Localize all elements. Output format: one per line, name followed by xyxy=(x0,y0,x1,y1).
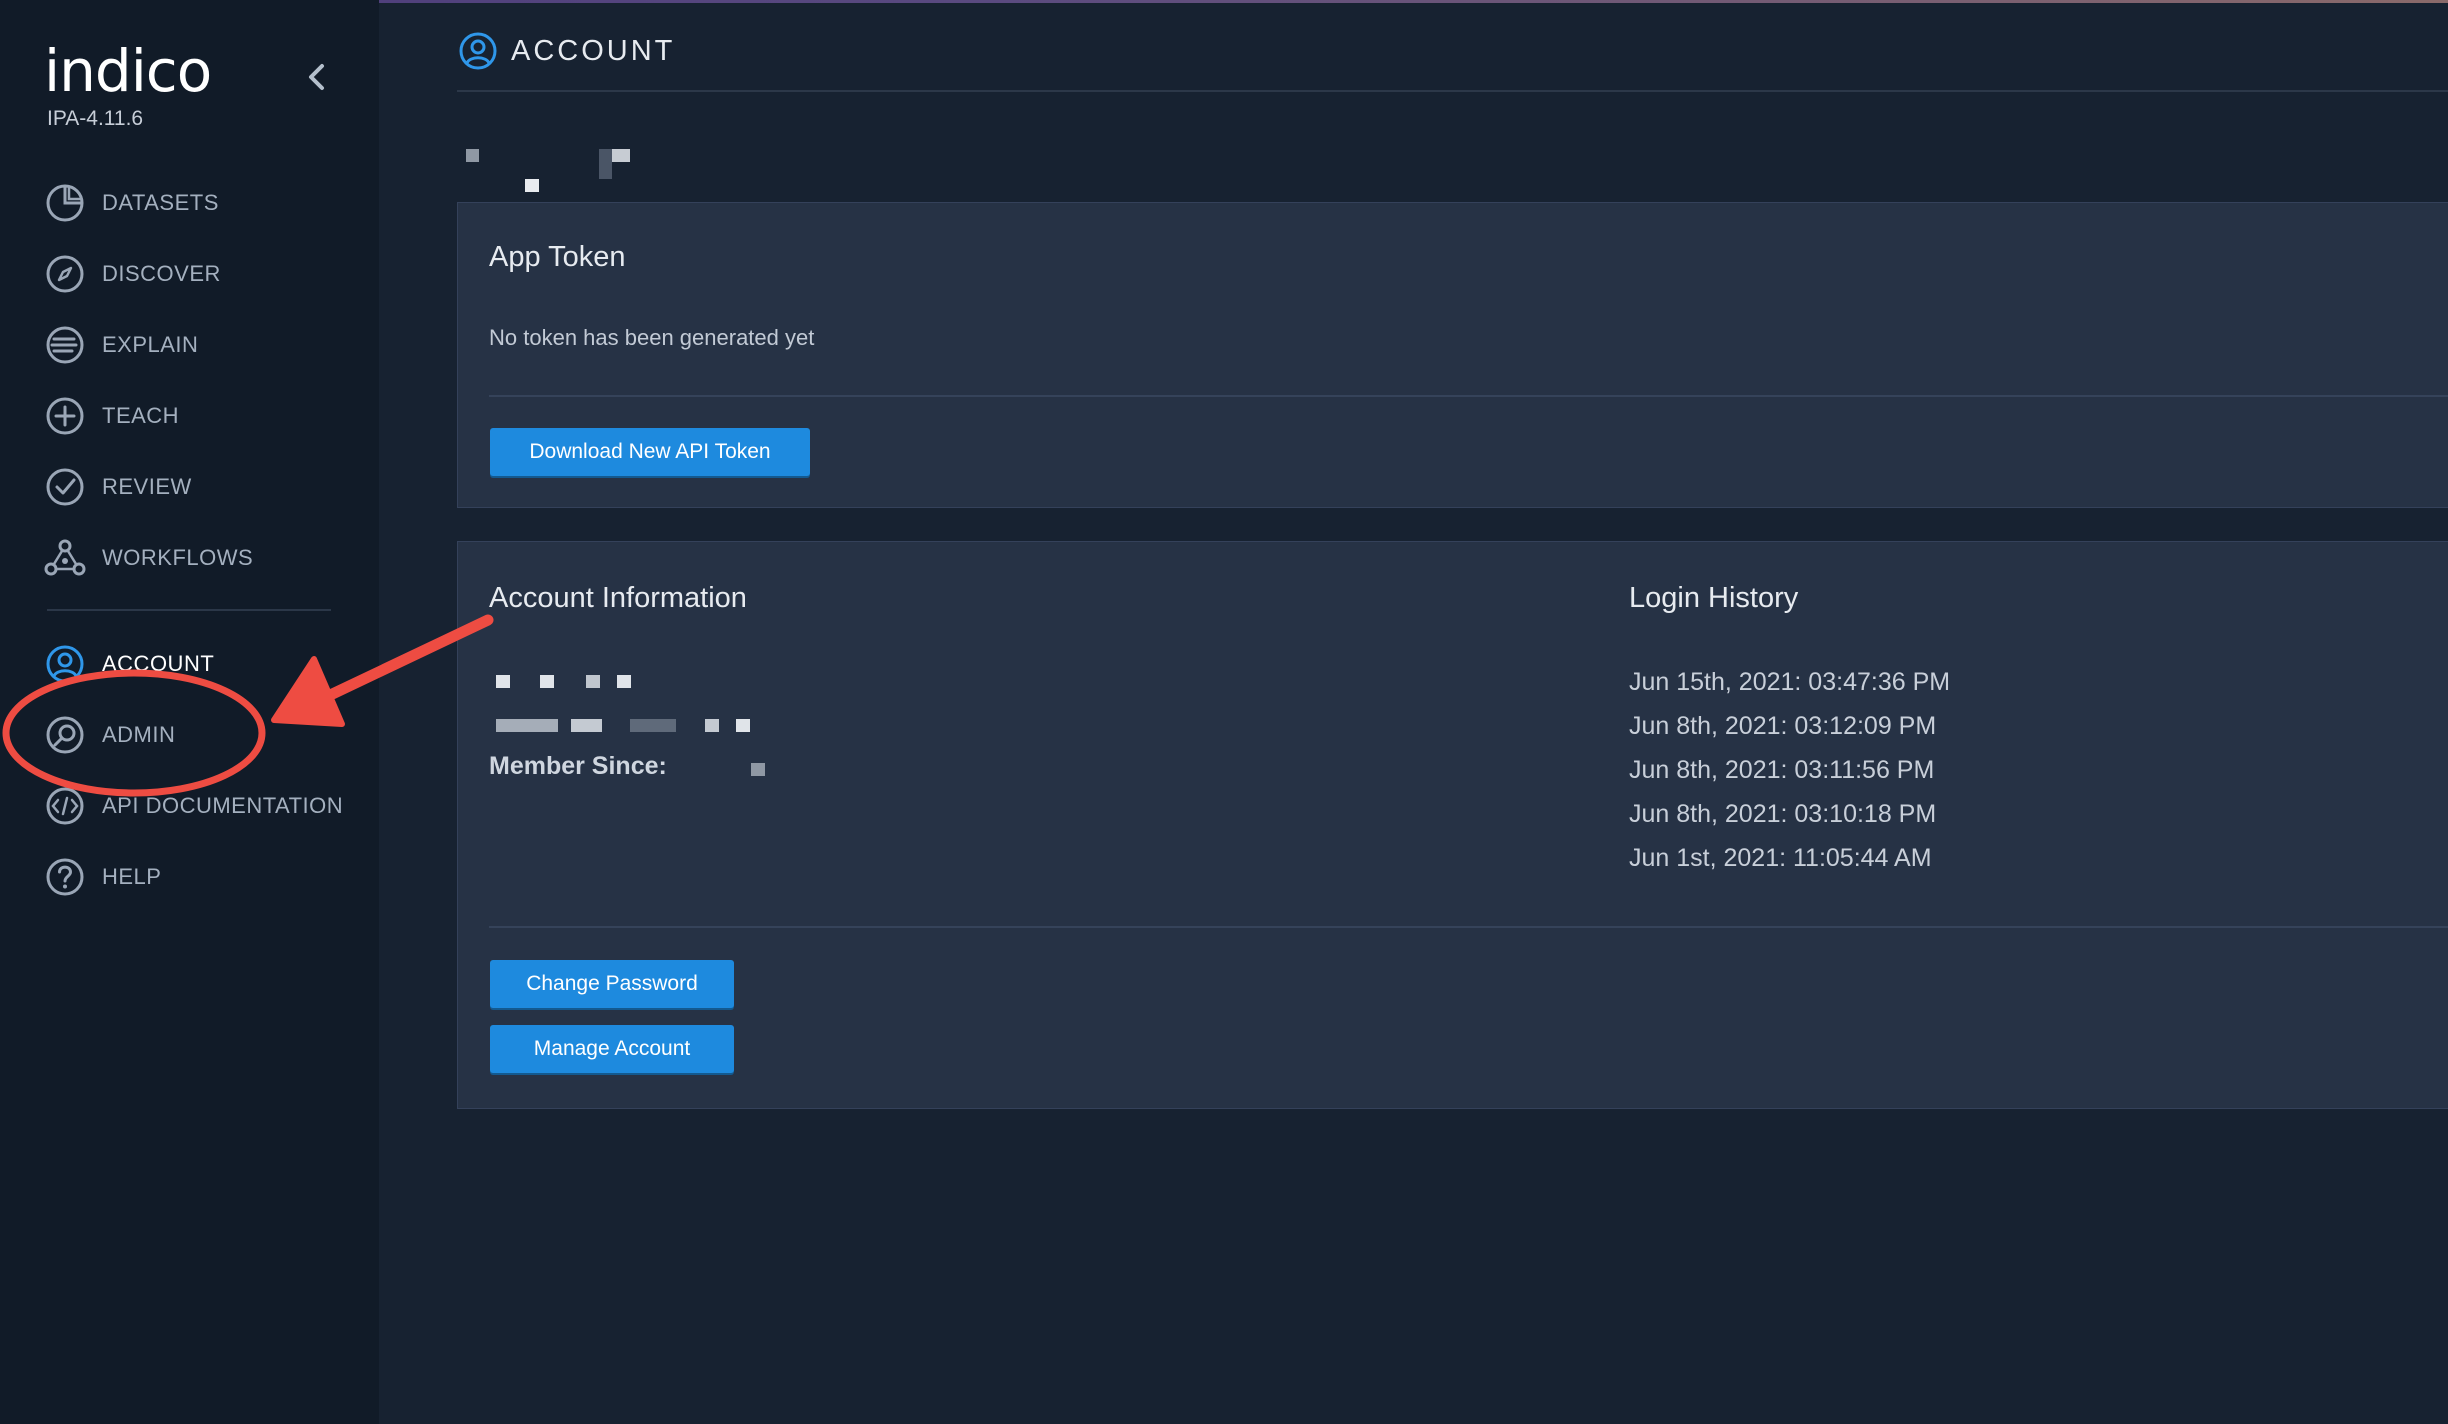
sidebar-divider xyxy=(47,609,331,611)
list-item: Jun 1st, 2021: 11:05:44 AM xyxy=(1629,844,1932,872)
list-item: Jun 8th, 2021: 03:10:18 PM xyxy=(1629,800,1937,828)
page-header: ACCOUNT xyxy=(457,30,675,72)
list-item: Jun 8th, 2021: 03:11:56 PM xyxy=(1629,756,1935,784)
sidebar: indico IPA-4.11.6 DATASETS DISCOVER EXPL… xyxy=(0,0,379,1424)
app-token-title: App Token xyxy=(489,241,626,273)
sidebar-item-teach[interactable]: TEACH xyxy=(44,394,354,438)
sidebar-item-label: WORKFLOWS xyxy=(102,545,254,570)
login-history-list: Jun 15th, 2021: 03:47:36 PM Jun 8th, 202… xyxy=(1629,660,1950,880)
account-info-title: Account Information xyxy=(489,582,747,614)
indico-logo[interactable]: indico xyxy=(44,42,212,100)
download-api-token-button[interactable]: Download New API Token xyxy=(490,428,810,476)
sidebar-item-workflows[interactable]: WORKFLOWS xyxy=(44,536,354,580)
plus-circle-icon xyxy=(46,397,84,435)
user-circle-icon xyxy=(46,645,84,683)
change-password-button[interactable]: Change Password xyxy=(490,960,734,1008)
sidebar-item-datasets[interactable]: DATASETS xyxy=(44,181,354,225)
sidebar-item-api-documentation[interactable]: API DOCUMENTATION xyxy=(44,784,354,828)
token-status-text: No token has been generated yet xyxy=(489,325,815,350)
sidebar-item-label: REVIEW xyxy=(102,474,192,499)
sidebar-item-explain[interactable]: EXPLAIN xyxy=(44,323,354,367)
header-divider xyxy=(457,90,2448,92)
help-icon xyxy=(46,858,84,896)
code-icon xyxy=(46,787,84,825)
sidebar-item-help[interactable]: HELP xyxy=(44,855,354,899)
sidebar-item-review[interactable]: REVIEW xyxy=(44,465,354,509)
lines-icon xyxy=(46,326,84,364)
login-history-title: Login History xyxy=(1629,582,1799,614)
sidebar-item-label: ADMIN xyxy=(102,722,176,747)
page-title: ACCOUNT xyxy=(511,34,676,67)
sidebar-item-label: HELP xyxy=(102,864,162,889)
app-version: IPA-4.11.6 xyxy=(47,107,144,130)
sidebar-item-admin[interactable]: ADMIN xyxy=(44,713,354,757)
network-icon xyxy=(44,539,86,576)
card-divider xyxy=(489,926,2448,928)
list-item: Jun 8th, 2021: 03:12:09 PM xyxy=(1629,712,1937,740)
card-divider xyxy=(489,395,2448,397)
compass-icon xyxy=(46,255,84,293)
sidebar-item-label: EXPLAIN xyxy=(102,332,199,357)
sidebar-item-label: ACCOUNT xyxy=(102,651,215,676)
account-info-card: Account Information Member Since: Login … xyxy=(457,541,2448,1109)
member-since-label: Member Since: xyxy=(489,752,667,780)
manage-account-button[interactable]: Manage Account xyxy=(490,1025,734,1073)
chevron-left-icon[interactable] xyxy=(302,62,332,92)
sidebar-item-label: DISCOVER xyxy=(102,261,221,286)
pie-chart-icon xyxy=(46,184,84,222)
sidebar-item-label: TEACH xyxy=(102,403,180,428)
sidebar-item-discover[interactable]: DISCOVER xyxy=(44,252,354,296)
user-circle-icon xyxy=(459,32,497,70)
app-token-card: App Token No token has been generated ye… xyxy=(457,202,2448,508)
check-circle-icon xyxy=(46,468,84,506)
search-circle-icon xyxy=(46,716,84,754)
list-item: Jun 15th, 2021: 03:47:36 PM xyxy=(1629,668,1951,696)
sidebar-item-label: DATASETS xyxy=(102,190,219,215)
sidebar-item-label: API DOCUMENTATION xyxy=(102,793,344,818)
sidebar-item-account[interactable]: ACCOUNT xyxy=(44,642,354,686)
